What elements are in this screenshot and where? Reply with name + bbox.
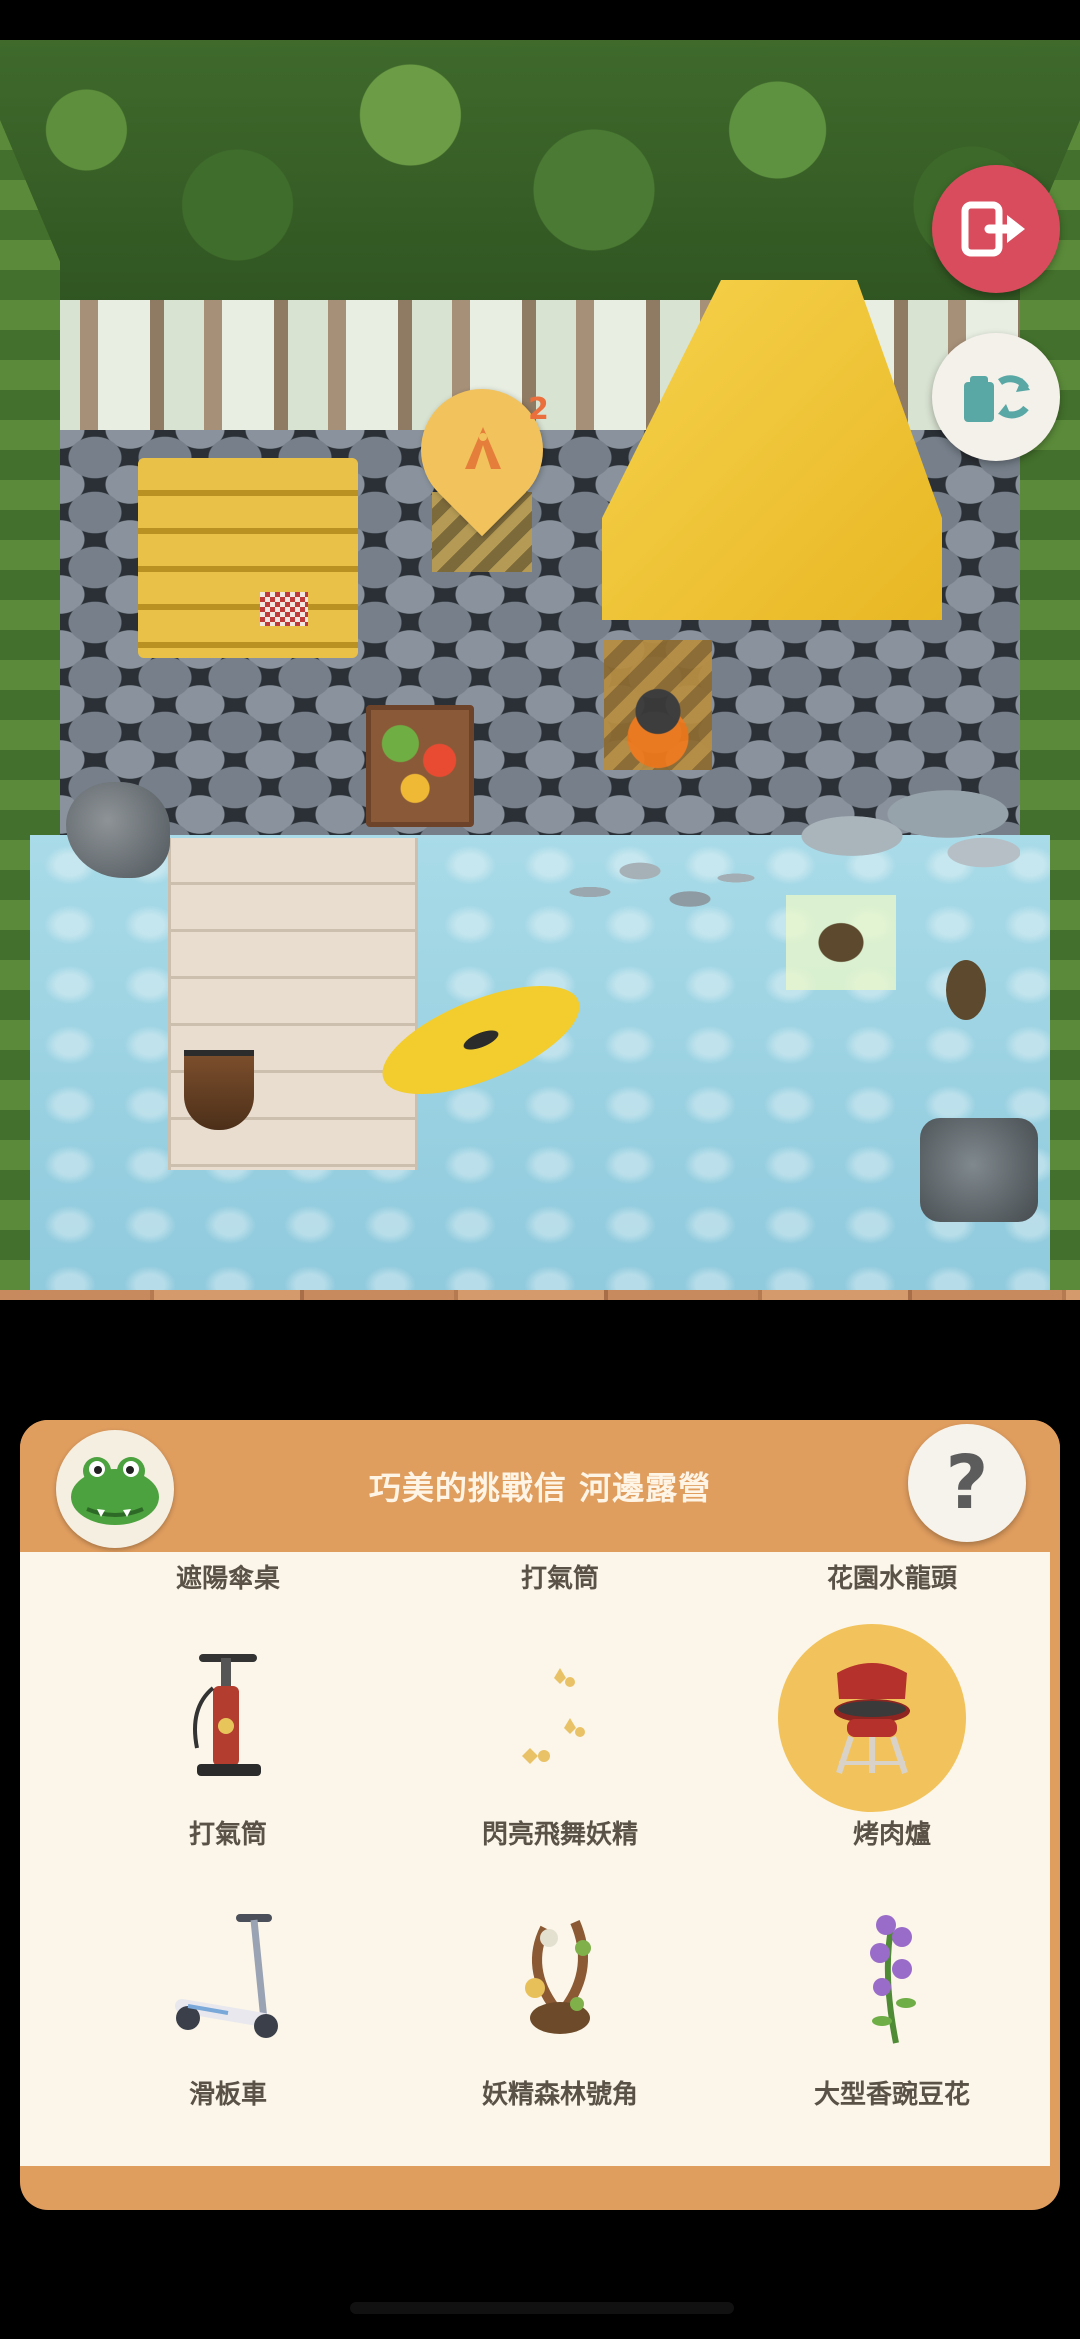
panel-title: 巧美的挑戰信 河邊露營 — [368, 1469, 712, 1507]
panel-footer — [20, 2166, 1060, 2206]
avatar[interactable] — [56, 1430, 174, 1548]
stepping-stones[interactable] — [560, 850, 760, 920]
item-tile-fairy-sparkle[interactable] — [460, 1618, 660, 1818]
vegetable-crate[interactable] — [366, 705, 474, 827]
bbq-grill-icon — [834, 1663, 910, 1774]
pin-count: 2 — [528, 392, 549, 427]
item-label: 妖精森林號角 — [481, 2080, 638, 2110]
item-label: 烤肉爐 — [852, 1820, 931, 1850]
home-indicator[interactable] — [350, 2302, 734, 2314]
item-label: 花園水龍頭 — [826, 1564, 957, 1594]
forest-backdrop — [0, 40, 1080, 340]
crocodile-avatar — [71, 1457, 159, 1525]
campsite-icon — [448, 418, 518, 478]
swap-furniture-button[interactable] — [932, 333, 1060, 461]
item-tile-scooter[interactable] — [128, 1878, 328, 2078]
wooden-bucket[interactable] — [184, 1050, 254, 1130]
item-label: 遮陽傘桌 — [175, 1564, 280, 1594]
item-grid[interactable]: 遮陽傘桌 打氣筒 花園水龍頭 打氣筒 閃亮飛舞妖精 烤肉爐 滑板車 妖精森林號角… — [20, 1552, 1050, 2166]
item-label: 閃亮飛舞妖精 — [481, 1820, 638, 1850]
exit-button[interactable] — [932, 165, 1060, 293]
item-label: 打氣筒 — [188, 1820, 267, 1850]
item-label: 滑板車 — [188, 2080, 267, 2110]
panel-header: 巧美的挑戰信 河邊露營 — [20, 1420, 1060, 1552]
checkered-cloth — [260, 592, 308, 626]
item-tile-air-pump[interactable] — [128, 1618, 328, 1818]
campfire-pot[interactable] — [604, 640, 712, 770]
item-tile-fairy-horn[interactable] — [460, 1878, 660, 2078]
rock-pile[interactable] — [780, 770, 1020, 880]
item-label: 打氣筒 — [520, 1564, 599, 1594]
campsite-scene[interactable]: 2 — [0, 0, 1080, 1300]
fairy-sparkle-icon — [522, 1668, 585, 1764]
duck-decoy-2[interactable] — [946, 960, 986, 1020]
brick-wall — [0, 1290, 1080, 1300]
exit-icon — [961, 201, 1025, 257]
air-pump-icon — [193, 1654, 261, 1776]
item-tile-bbq-grill[interactable] — [772, 1618, 972, 1818]
sweet-pea-icon — [870, 1915, 916, 2044]
help-button[interactable]: ? — [908, 1424, 1026, 1542]
item-tile-sweet-pea[interactable] — [792, 1878, 992, 2078]
item-label: 大型香豌豆花 — [813, 2080, 970, 2110]
swap-furniture-icon — [964, 375, 1030, 422]
mossy-rock-right[interactable] — [920, 1118, 1038, 1222]
duck-decoy[interactable] — [786, 895, 896, 990]
fairy-horn-icon — [525, 1920, 591, 2034]
scooter-icon — [175, 1914, 278, 2038]
picnic-table[interactable] — [138, 458, 358, 658]
